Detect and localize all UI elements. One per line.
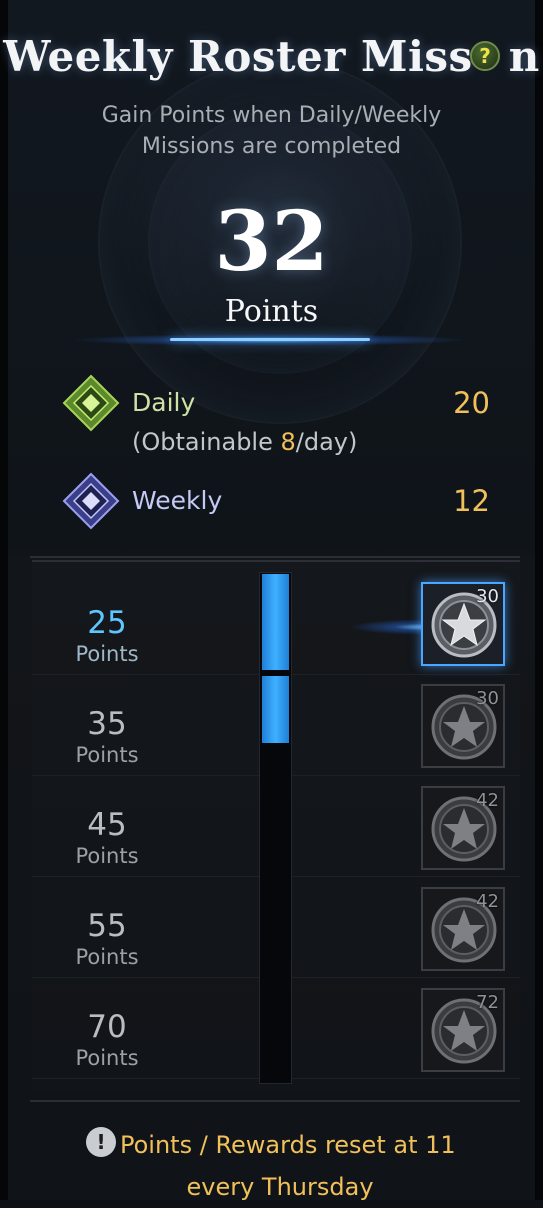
reset-notice-line-2: every Thursday — [186, 1173, 374, 1201]
weekly-label: Weekly — [132, 486, 223, 515]
reward-slot[interactable]: 30 — [421, 582, 505, 666]
daily-limit-suffix: /day) — [295, 428, 358, 456]
panel-title: Weekly Roster Miss n — [0, 32, 543, 81]
tier-points: 35 — [87, 706, 127, 742]
tier-points-unit: Points — [75, 945, 139, 969]
glow-core — [170, 338, 370, 341]
section-divider — [30, 556, 520, 558]
daily-limit: (Obtainable 8/day) — [132, 428, 357, 456]
points-total: 32 — [214, 194, 329, 290]
progress-fill-segment — [262, 574, 289, 670]
reward-glow-beam — [300, 604, 430, 650]
progress-fill-segment — [262, 676, 289, 743]
title-tail: n — [508, 32, 540, 81]
weekly-points: 12 — [453, 484, 490, 518]
reward-slot[interactable]: 42 — [421, 786, 505, 870]
subtitle: Gain Points when Daily/Weekly Missions a… — [0, 100, 543, 162]
subtitle-line-1: Gain Points when Daily/Weekly — [101, 103, 442, 128]
daily-limit-amount: 8 — [280, 428, 296, 456]
weekly-diamond-icon — [62, 472, 120, 530]
tier-points-unit: Points — [75, 844, 139, 868]
tier-points-unit: Points — [75, 743, 139, 767]
reward-count: 42 — [476, 790, 499, 811]
reward-slot[interactable]: 30 — [421, 684, 505, 768]
reset-notice: Points / Rewards reset at 11 every Thurs… — [60, 1124, 500, 1208]
daily-row: Daily 20 (Obtainable 8/day) — [62, 374, 502, 470]
help-icon[interactable]: ? — [470, 41, 500, 71]
daily-limit-prefix: (Obtainable — [132, 428, 281, 456]
tier-points: 70 — [87, 1009, 127, 1045]
tier-points-unit: Points — [75, 1046, 139, 1070]
tier-points-unit: Points — [75, 642, 139, 666]
reward-count: 72 — [476, 992, 499, 1013]
reward-count: 42 — [476, 891, 499, 912]
reward-slot[interactable]: 72 — [421, 988, 505, 1072]
subtitle-line-2: Missions are completed — [141, 134, 402, 159]
reward-slot[interactable]: 42 — [421, 887, 505, 971]
daily-label: Daily — [132, 388, 196, 417]
daily-diamond-icon — [62, 374, 120, 432]
points-total-label: Points — [224, 294, 319, 329]
reset-notice-line-1: Points / Rewards reset at 11 — [120, 1131, 456, 1159]
reward-count: 30 — [476, 688, 499, 709]
window-edge-right — [535, 0, 543, 1200]
tier-points: 25 — [87, 605, 127, 641]
tier-points: 55 — [87, 908, 127, 944]
title-text: Weekly Roster Miss — [3, 32, 473, 81]
window-edge-left — [0, 0, 8, 1200]
reward-count: 30 — [476, 586, 499, 607]
weekly-row: Weekly 12 — [62, 472, 502, 532]
tier-points: 45 — [87, 807, 127, 843]
footer-divider — [30, 1100, 520, 1102]
daily-points: 20 — [453, 386, 490, 420]
